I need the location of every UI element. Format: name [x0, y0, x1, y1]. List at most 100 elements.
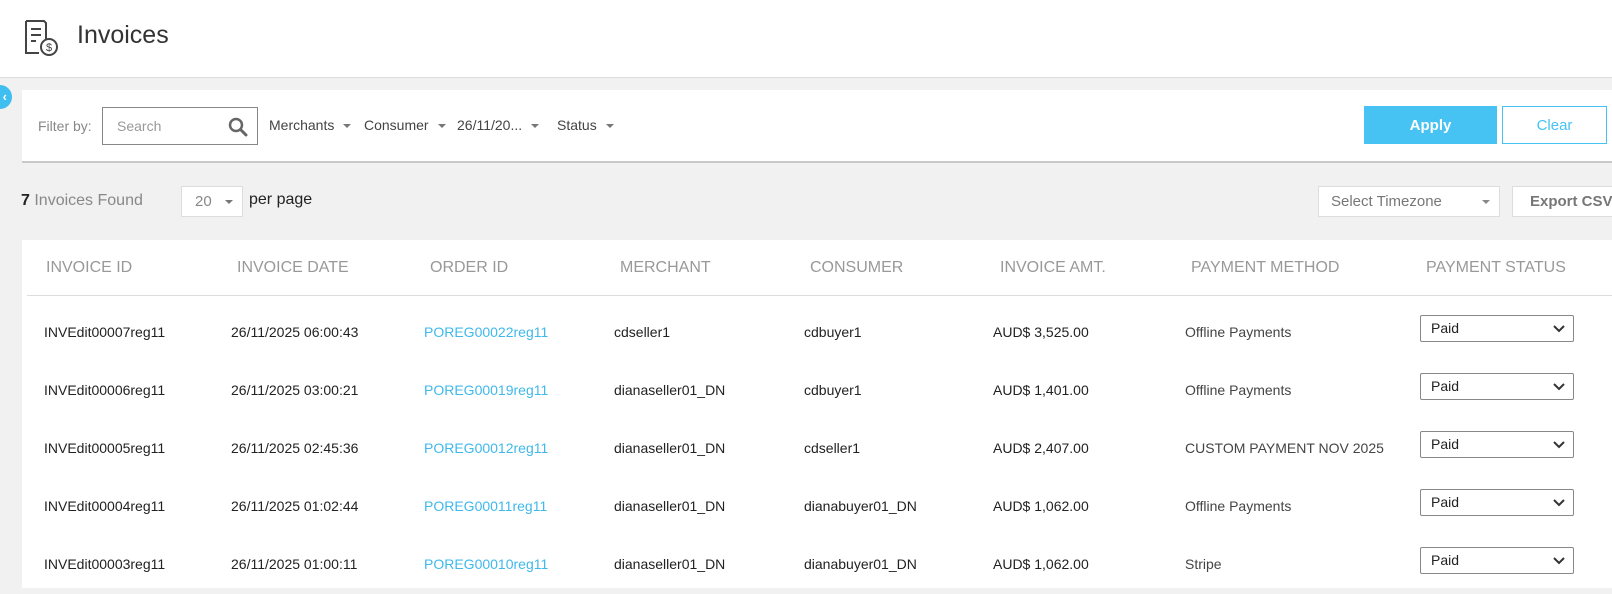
payment-status-select[interactable]: Paid — [1420, 431, 1574, 458]
status-dropdown-label: Status — [557, 117, 597, 133]
invoice-icon: $ — [25, 20, 58, 56]
invoice-amount-cell: AUD$ 1,062.00 — [993, 556, 1089, 572]
invoice-amount-cell: AUD$ 1,401.00 — [993, 382, 1089, 398]
column-header[interactable]: INVOICE DATE — [237, 259, 349, 277]
consumer-cell: cdbuyer1 — [804, 382, 862, 398]
table-header: INVOICE ID INVOICE DATE ORDER ID MERCHAN… — [27, 240, 1612, 296]
clear-button[interactable]: Clear — [1502, 106, 1607, 144]
date-dropdown[interactable]: 26/11/20... — [457, 117, 540, 133]
merchant-cell: dianaseller01_DN — [614, 440, 726, 456]
consumer-cell: dianabuyer01_DN — [804, 498, 917, 514]
consumer-dropdown-label: Consumer — [364, 117, 429, 133]
payment-status-value: Paid — [1431, 320, 1460, 336]
chevron-down-icon — [1553, 325, 1565, 333]
payment-status-value: Paid — [1431, 436, 1460, 452]
search-input[interactable] — [103, 108, 223, 144]
column-header[interactable]: ORDER ID — [430, 259, 508, 277]
results-count-number: 7 — [21, 192, 30, 209]
apply-button[interactable]: Apply — [1364, 106, 1497, 144]
payment-status-select[interactable]: Paid — [1420, 547, 1574, 574]
consumer-cell: dianabuyer01_DN — [804, 556, 917, 572]
search-box — [102, 107, 258, 145]
column-header[interactable]: PAYMENT METHOD — [1191, 259, 1339, 277]
table-row: INVEdit00006reg11 26/11/2025 03:00:21 PO… — [22, 362, 1612, 420]
page-header: $ Invoices — [0, 0, 1612, 78]
payment-method-cell: Offline Payments — [1185, 382, 1292, 398]
payment-method-cell: CUSTOM PAYMENT NOV 2025 — [1185, 440, 1384, 456]
per-page-value: 20 — [195, 193, 212, 210]
invoice-id-cell: INVEdit00007reg11 — [44, 324, 166, 340]
results-count: 7 Invoices Found — [21, 192, 143, 210]
invoice-date-cell: 26/11/2025 06:00:43 — [231, 324, 359, 340]
consumer-cell: cdseller1 — [804, 440, 861, 456]
merchant-cell: cdseller1 — [614, 324, 671, 340]
table-row: INVEdit00004reg11 26/11/2025 01:02:44 PO… — [22, 478, 1612, 536]
invoice-date-cell: 26/11/2025 01:00:11 — [231, 556, 358, 572]
merchant-cell: dianaseller01_DN — [614, 382, 726, 398]
chevron-down-icon — [225, 200, 233, 204]
filter-label: Filter by: — [38, 118, 92, 134]
column-header[interactable]: MERCHANT — [620, 259, 711, 277]
chevron-down-icon — [605, 124, 614, 129]
page-title: Invoices — [77, 21, 169, 49]
consumer-dropdown[interactable]: Consumer — [364, 117, 446, 133]
order-id-link[interactable]: POREG00012reg11 — [424, 440, 548, 456]
status-dropdown[interactable]: Status — [557, 117, 614, 133]
invoices-table: INVOICE ID INVOICE DATE ORDER ID MERCHAN… — [22, 240, 1612, 588]
invoice-amount-cell: AUD$ 2,407.00 — [993, 440, 1089, 456]
table-row: INVEdit00005reg11 26/11/2025 02:45:36 PO… — [22, 420, 1612, 478]
per-page-label: per page — [249, 191, 313, 208]
per-page-select[interactable]: 20 — [181, 186, 243, 217]
table-row: INVEdit00003reg11 26/11/2025 01:00:11 PO… — [22, 536, 1612, 594]
merchants-dropdown[interactable]: Merchants — [269, 117, 352, 133]
payment-method-cell: Stripe — [1185, 556, 1222, 572]
search-icon[interactable] — [228, 117, 248, 137]
chevron-down-icon — [1482, 200, 1490, 204]
payment-method-cell: Offline Payments — [1185, 324, 1292, 340]
payment-status-value: Paid — [1431, 494, 1460, 510]
payment-status-value: Paid — [1431, 378, 1460, 394]
merchants-dropdown-label: Merchants — [269, 117, 335, 133]
invoice-id-cell: INVEdit00003reg11 — [44, 556, 166, 572]
column-header[interactable]: INVOICE ID — [46, 259, 132, 277]
collapse-sidebar-button[interactable]: ‹ — [0, 85, 12, 109]
chevron-down-icon — [1553, 499, 1565, 507]
chevron-down-icon — [531, 124, 540, 129]
invoice-amount-cell: AUD$ 3,525.00 — [993, 324, 1089, 340]
chevron-down-icon — [437, 124, 446, 129]
order-id-link[interactable]: POREG00010reg11 — [424, 556, 548, 572]
chevron-down-icon — [1553, 383, 1565, 391]
timezone-placeholder: Select Timezone — [1331, 193, 1442, 210]
payment-method-cell: Offline Payments — [1185, 498, 1292, 514]
merchant-cell: dianaseller01_DN — [614, 556, 726, 572]
column-header[interactable]: INVOICE AMT. — [1000, 259, 1106, 277]
order-id-link[interactable]: POREG00022reg11 — [424, 324, 548, 340]
svg-text:$: $ — [46, 42, 52, 54]
chevron-down-icon — [343, 124, 352, 129]
order-id-link[interactable]: POREG00011reg11 — [424, 498, 547, 514]
invoice-id-cell: INVEdit00004reg11 — [44, 498, 166, 514]
merchant-cell: dianaseller01_DN — [614, 498, 726, 514]
payment-status-select[interactable]: Paid — [1420, 373, 1574, 400]
chevron-down-icon — [1553, 441, 1565, 449]
column-header[interactable]: CONSUMER — [810, 259, 903, 277]
payment-status-value: Paid — [1431, 552, 1460, 568]
chevron-down-icon — [1553, 557, 1565, 565]
timezone-select[interactable]: Select Timezone — [1318, 186, 1500, 217]
payment-status-select[interactable]: Paid — [1420, 489, 1574, 516]
consumer-cell: cdbuyer1 — [804, 324, 862, 340]
order-id-link[interactable]: POREG00019reg11 — [424, 382, 548, 398]
export-csv-button[interactable]: Export CSV — [1512, 186, 1612, 217]
invoice-id-cell: INVEdit00006reg11 — [44, 382, 166, 398]
payment-status-select[interactable]: Paid — [1420, 315, 1574, 342]
invoice-date-cell: 26/11/2025 02:45:36 — [231, 440, 359, 456]
date-dropdown-label: 26/11/20... — [457, 117, 523, 133]
table-row: INVEdit00007reg11 26/11/2025 06:00:43 PO… — [22, 304, 1612, 362]
invoice-amount-cell: AUD$ 1,062.00 — [993, 498, 1089, 514]
invoice-date-cell: 26/11/2025 03:00:21 — [231, 382, 359, 398]
filter-bar: Filter by: Merchants Consumer 26/11/20..… — [22, 90, 1612, 163]
column-header[interactable]: PAYMENT STATUS — [1426, 259, 1566, 277]
invoice-id-cell: INVEdit00005reg11 — [44, 440, 166, 456]
results-count-label: Invoices Found — [34, 192, 143, 209]
invoice-date-cell: 26/11/2025 01:02:44 — [231, 498, 359, 514]
